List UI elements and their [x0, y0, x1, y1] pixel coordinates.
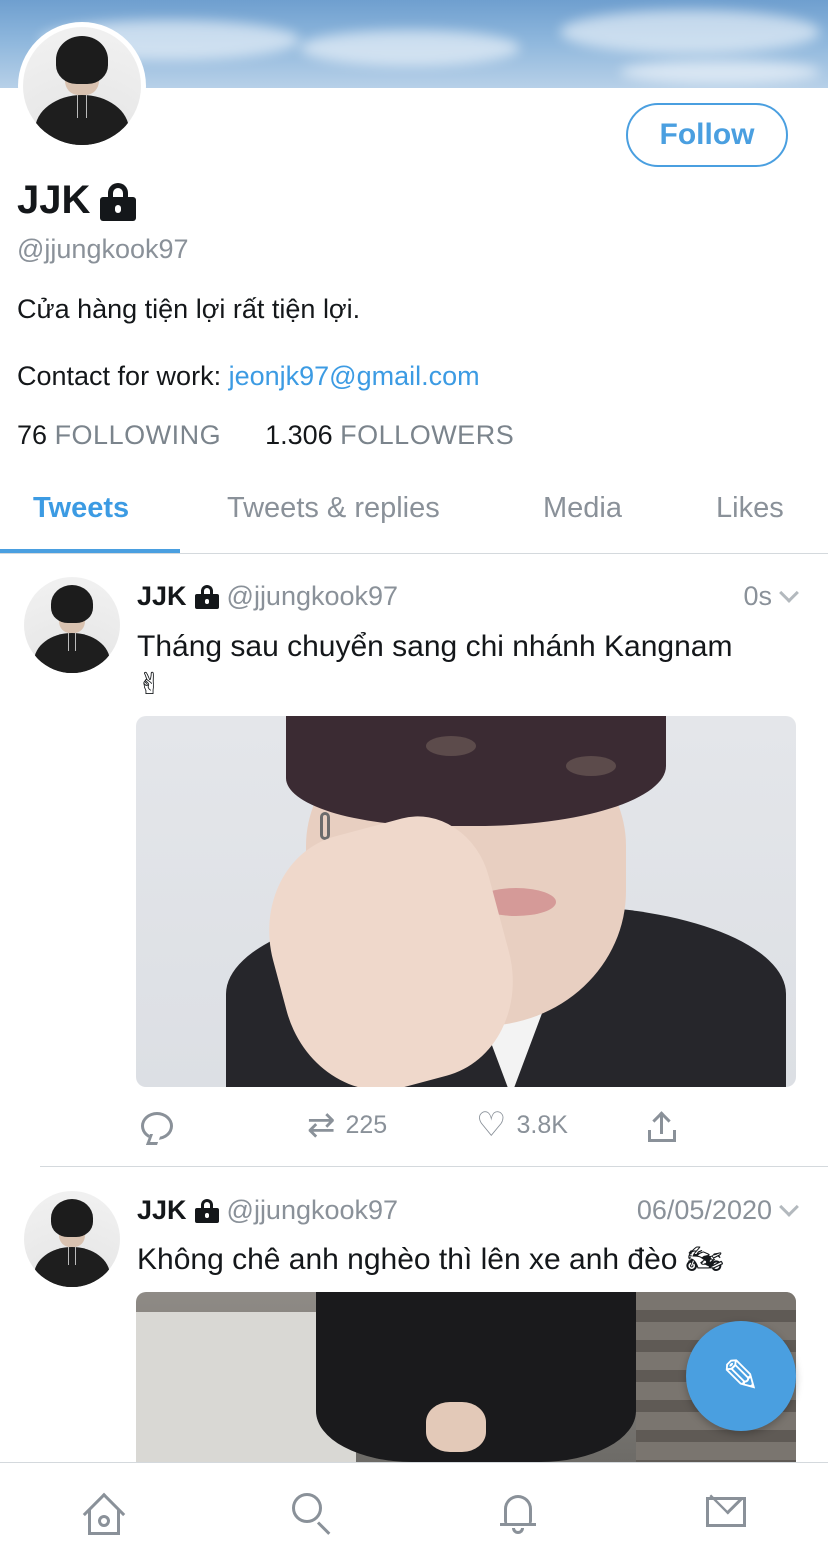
avatar-image: [23, 27, 141, 145]
contact-prefix: Contact for work:: [17, 361, 229, 391]
tweet-avatar[interactable]: [24, 577, 120, 673]
follow-button[interactable]: Follow: [626, 103, 788, 167]
chevron-down-icon[interactable]: [779, 1196, 799, 1217]
share-icon: [648, 1111, 676, 1142]
search-icon[interactable]: [290, 1491, 334, 1535]
motorcycle-emoji: 🏍: [685, 1242, 724, 1277]
banner-cloud: [620, 60, 820, 84]
lock-icon: [194, 584, 219, 609]
tweet-text: Tháng sau chuyển sang chi nhánh Kangnam …: [137, 628, 797, 704]
tweet-author-name[interactable]: JJK: [137, 1195, 187, 1226]
retweet-icon: ⇄: [307, 1106, 336, 1144]
profile-display-name: JJK: [17, 178, 137, 223]
banner-cloud: [560, 10, 820, 54]
messages-mail-icon[interactable]: [704, 1481, 748, 1535]
tweet-item[interactable]: JJK @jjungkook97 0s Tháng sau chuyển san…: [0, 555, 828, 1167]
contact-email-link[interactable]: jeonjk97@gmail.com: [229, 361, 480, 391]
banner-cloud: [300, 30, 520, 66]
compose-tweet-icon: ✎: [721, 1350, 761, 1402]
bottom-navigation: [0, 1462, 828, 1562]
following-count: 76: [17, 420, 48, 450]
tweet-body: Tháng sau chuyển sang chi nhánh Kangnam: [137, 630, 733, 663]
tweet-author-handle[interactable]: @jjungkook97: [227, 581, 399, 612]
tweet-actions: ⇄ 225 ♡ 3.8K: [0, 1108, 828, 1158]
notifications-bell-icon[interactable]: [496, 1491, 540, 1535]
tweet-header: JJK @jjungkook97: [137, 581, 398, 612]
profile-bio: Cửa hàng tiện lợi rất tiện lợi.: [17, 294, 361, 324]
tweet-author-handle[interactable]: @jjungkook97: [227, 1195, 399, 1226]
tweet-avatar[interactable]: [24, 1191, 120, 1287]
profile-stats: 76 FOLLOWING 1.306 FOLLOWERS: [17, 420, 514, 451]
tweet-item[interactable]: JJK @jjungkook97 06/05/2020 Không chê an…: [0, 1167, 828, 1462]
heart-icon: ♡: [476, 1106, 507, 1144]
tab-tweets[interactable]: Tweets: [33, 492, 129, 525]
tweet-timestamp-group: 0s: [743, 581, 799, 612]
lock-icon: [100, 181, 137, 221]
like-count: 3.8K: [516, 1110, 568, 1139]
followers-stat[interactable]: 1.306 FOLLOWERS: [265, 420, 514, 451]
lock-icon: [194, 1198, 219, 1223]
tweet-author-name[interactable]: JJK: [137, 581, 187, 612]
chevron-down-icon[interactable]: [779, 582, 799, 603]
retweet-count: 225: [345, 1110, 388, 1139]
home-icon[interactable]: [82, 1491, 126, 1536]
followers-count: 1.306: [265, 420, 333, 450]
like-button[interactable]: ♡ 3.8K: [476, 1108, 568, 1142]
reply-button[interactable]: [141, 1112, 173, 1140]
following-label: FOLLOWING: [54, 420, 222, 450]
tweet-photo[interactable]: [136, 716, 796, 1087]
tweet-timestamp: 0s: [743, 581, 772, 611]
display-name-text: JJK: [17, 178, 91, 222]
victory-hand-emoji: ✌: [137, 667, 163, 702]
tweet-timestamp: 06/05/2020: [636, 1195, 772, 1225]
tweet-header: JJK @jjungkook97: [137, 1195, 398, 1226]
tweet-timestamp-group: 06/05/2020: [636, 1195, 799, 1226]
tweet-text: Không chê anh nghèo thì lên xe anh đèo 🏍: [137, 1241, 797, 1279]
tab-likes[interactable]: Likes: [716, 492, 784, 525]
tab-media[interactable]: Media: [543, 492, 622, 525]
active-tab-indicator: [0, 549, 180, 553]
tweet-body: Không chê anh nghèo thì lên xe anh đèo: [137, 1243, 678, 1276]
profile-avatar[interactable]: [18, 22, 146, 150]
following-stat[interactable]: 76 FOLLOWING: [17, 420, 221, 451]
profile-tabs: Tweets Tweets & replies Media Likes: [0, 470, 828, 554]
reply-icon: [141, 1112, 173, 1140]
tab-tweets-replies[interactable]: Tweets & replies: [227, 492, 440, 525]
share-button[interactable]: [648, 1111, 676, 1142]
profile-handle: @jjungkook97: [17, 234, 189, 264]
followers-label: FOLLOWERS: [340, 420, 515, 450]
compose-tweet-button[interactable]: ✎: [686, 1321, 796, 1431]
profile-contact: Contact for work: jeonjk97@gmail.com: [17, 361, 480, 392]
retweet-button[interactable]: ⇄ 225: [307, 1108, 387, 1142]
